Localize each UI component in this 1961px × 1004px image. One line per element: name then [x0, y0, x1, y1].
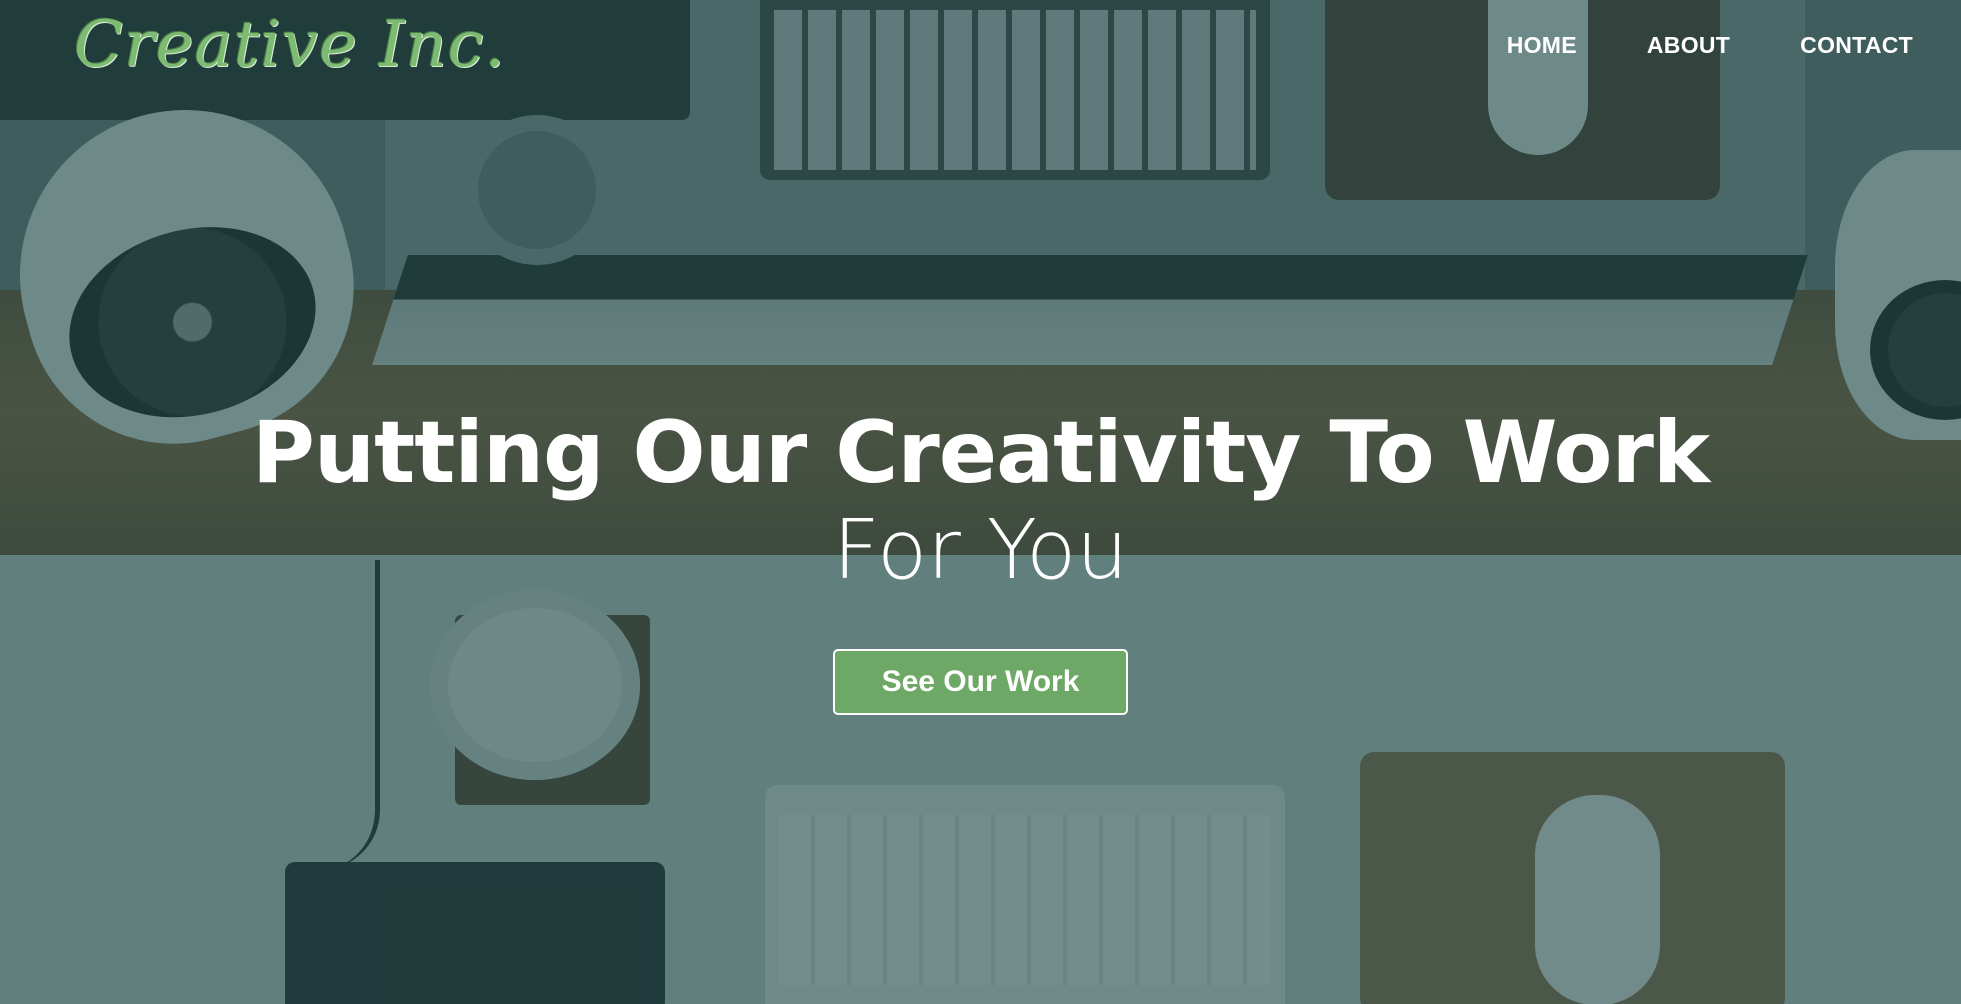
nav-link-home[interactable]: HOME	[1507, 32, 1577, 59]
site-logo[interactable]: Creative Inc.	[74, 8, 506, 82]
hero-title: Putting Our Creativity To Work	[251, 403, 1710, 503]
nav-link-about[interactable]: ABOUT	[1647, 32, 1730, 59]
main-nav: HOME ABOUT CONTACT	[1507, 32, 1913, 59]
see-our-work-button[interactable]: See Our Work	[833, 649, 1128, 715]
nav-link-contact[interactable]: CONTACT	[1800, 32, 1913, 59]
hero-section: Putting Our Creativity To Work For You	[0, 410, 1961, 592]
hero-subtitle: For You	[832, 503, 1129, 598]
